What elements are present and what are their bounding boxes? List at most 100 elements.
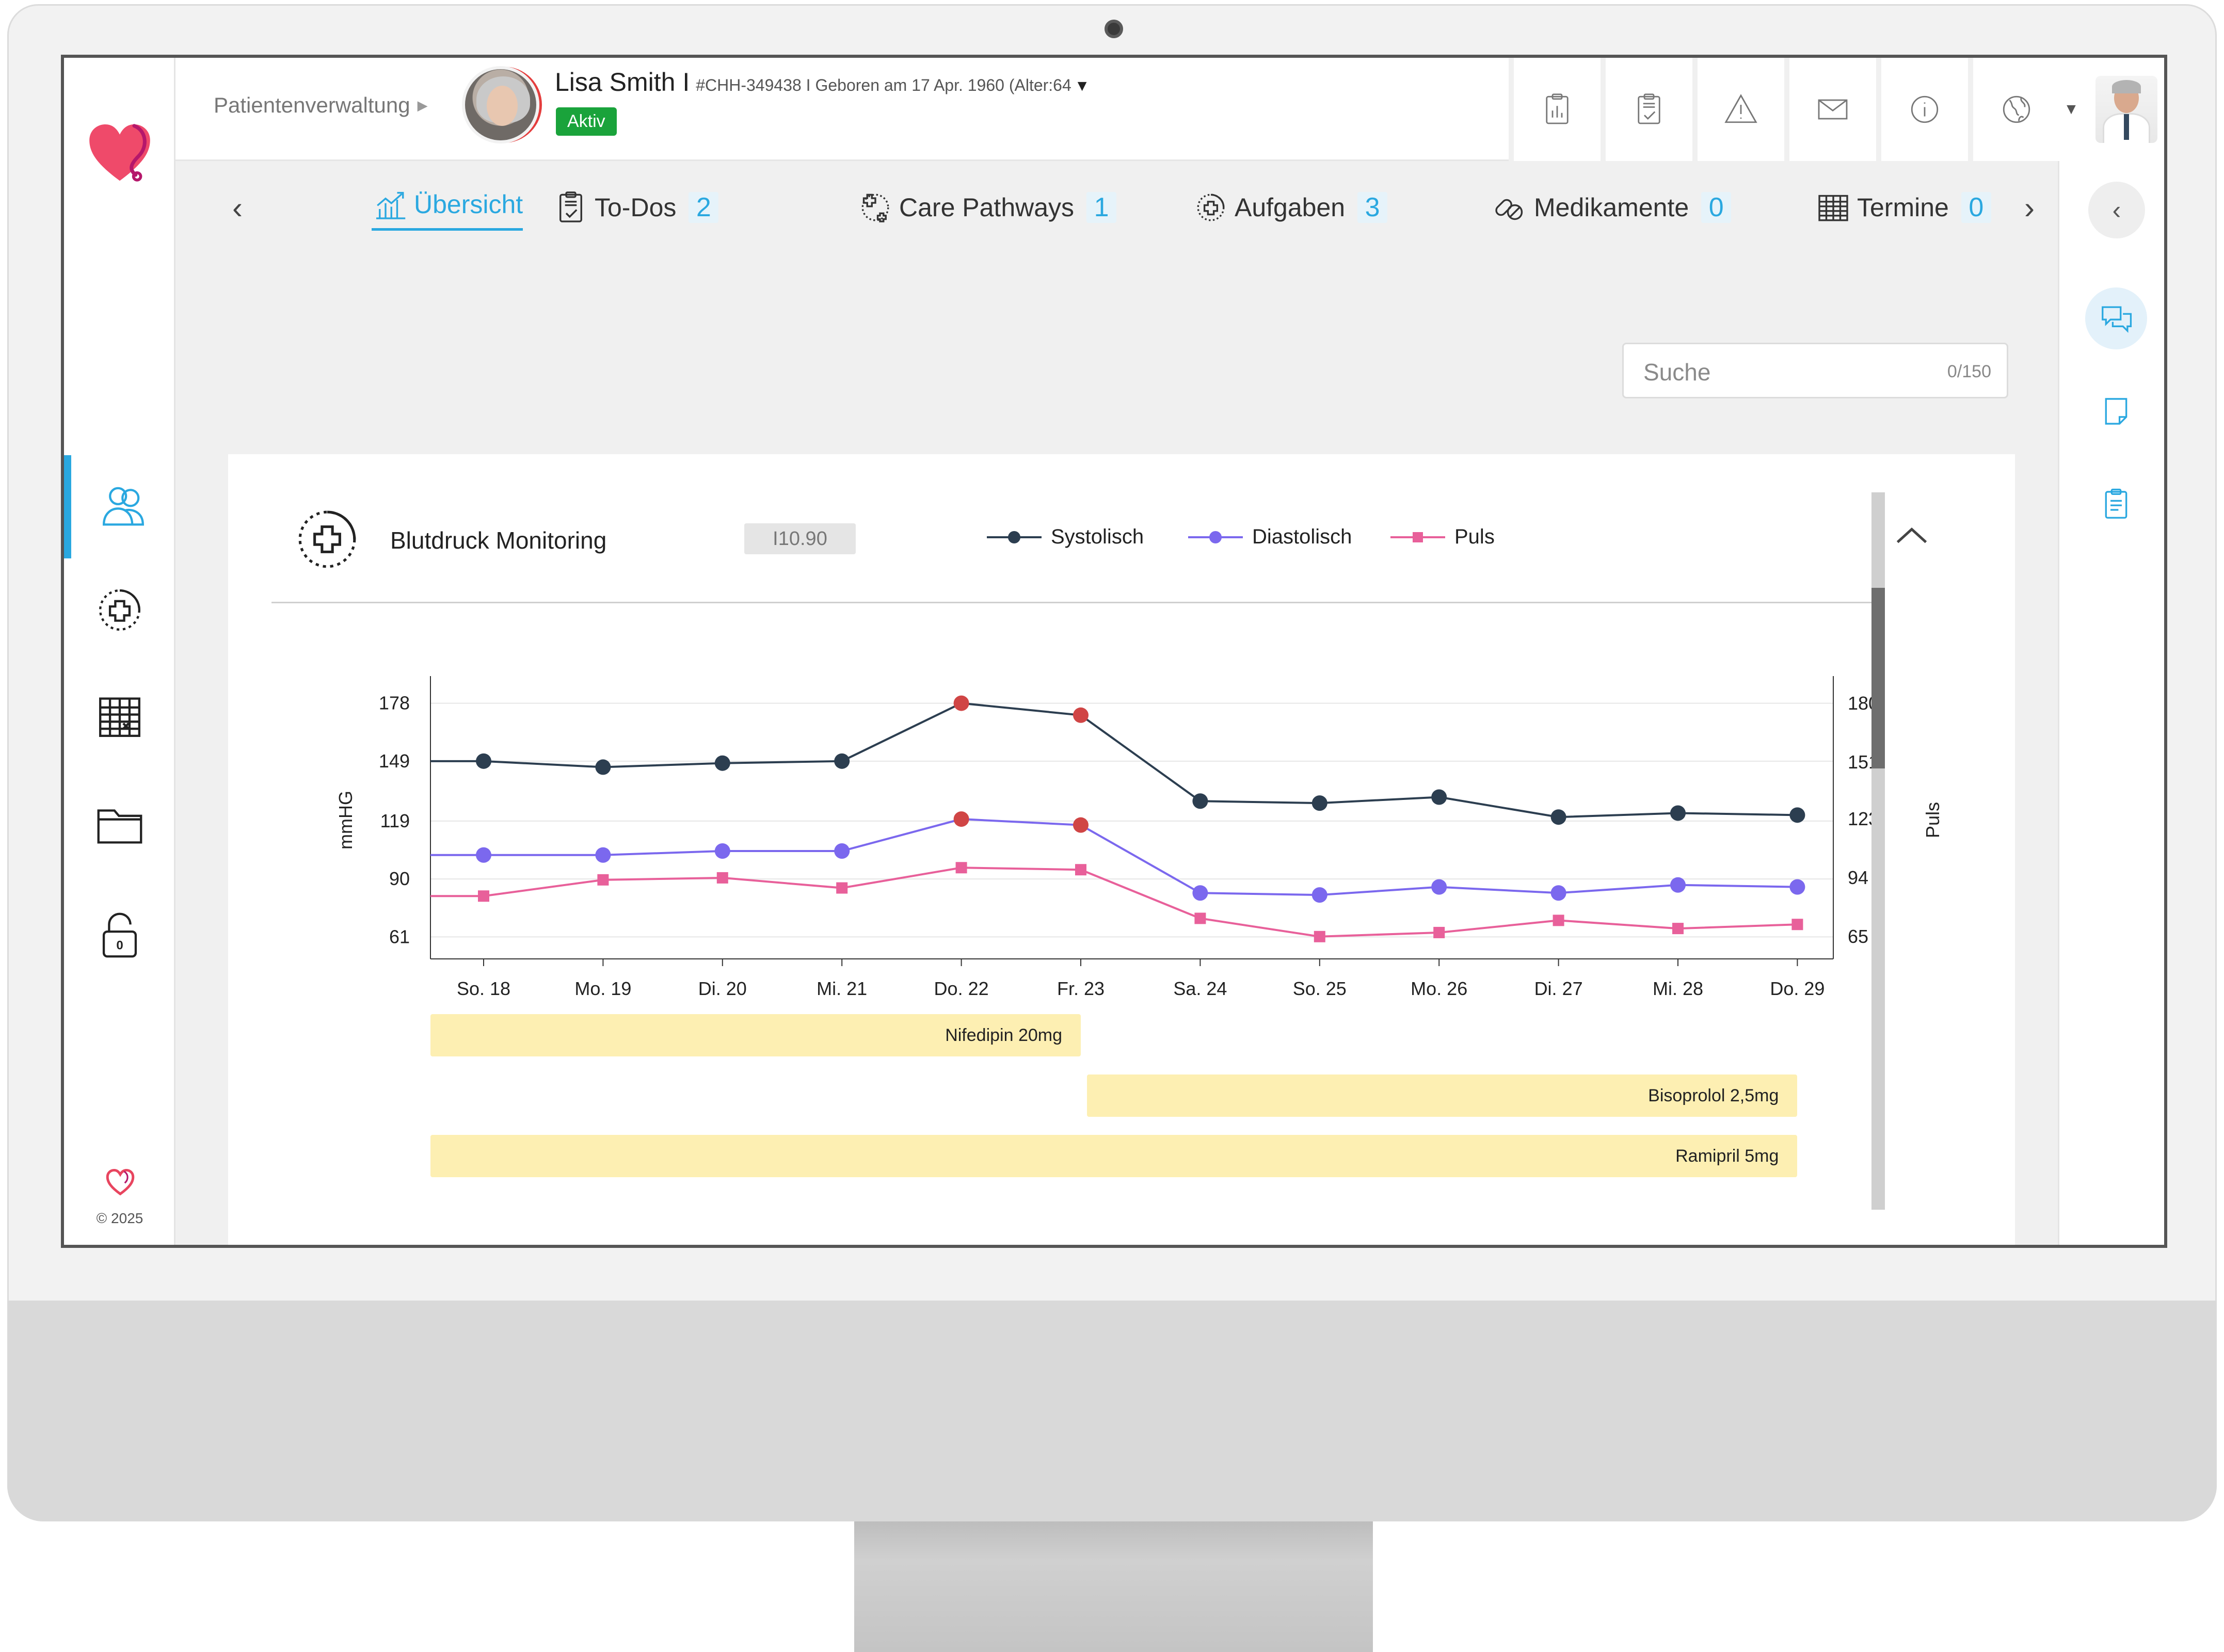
data-point	[1192, 885, 1208, 901]
data-point	[955, 862, 967, 874]
x-tick-label: Mo. 26	[1411, 978, 1467, 999]
copyright: © 2025	[96, 1210, 143, 1226]
tab-aufgaben[interactable]: Aufgaben 3	[1192, 184, 1388, 231]
language-button[interactable]	[1968, 58, 2060, 161]
nav-patients[interactable]	[64, 455, 175, 558]
data-point-alert	[1073, 817, 1089, 833]
chat-icon	[2102, 306, 2132, 333]
x-tick-label: Mi. 21	[817, 978, 867, 999]
tab-count: 1	[1086, 192, 1117, 223]
breadcrumb[interactable]: Patientenverwaltung ▶	[214, 93, 428, 118]
care-plus-icon	[298, 510, 356, 568]
user-avatar[interactable]	[2083, 58, 2164, 161]
medication-bar[interactable]: Nifedipin 20mg	[430, 1014, 1081, 1056]
clipboard-check-icon	[559, 191, 582, 222]
data-point	[714, 843, 730, 859]
data-point	[478, 890, 489, 902]
tab-label: To-Dos	[595, 193, 677, 222]
chevron-left-icon: ‹	[232, 190, 243, 225]
tab-count: 0	[1701, 192, 1732, 223]
checklist-icon	[1638, 93, 1660, 124]
tab-medikamente[interactable]: Medikamente 0	[1492, 184, 1732, 231]
data-point-alert	[953, 695, 969, 711]
data-point	[1431, 789, 1447, 805]
data-point-alert	[1073, 707, 1089, 723]
tab-label: Aufgaben	[1235, 193, 1346, 222]
rail-collapse-button[interactable]: ‹	[2088, 182, 2145, 238]
search-box[interactable]: 0/150	[1622, 343, 2008, 398]
medication-bar[interactable]: Ramipril 5mg	[430, 1135, 1798, 1177]
tab-count: 3	[1357, 192, 1388, 223]
nav-calendar[interactable]	[64, 665, 175, 768]
data-point	[1672, 923, 1684, 935]
tab-uebersicht[interactable]: Übersicht	[372, 184, 523, 231]
card-header: Blutdruck Monitoring I10.90 Systolisch D…	[228, 454, 1978, 601]
data-point	[1431, 879, 1447, 895]
globe-icon	[2003, 95, 2030, 123]
patient-dropdown-icon[interactable]: ▼	[1075, 77, 1090, 95]
data-point	[714, 755, 730, 771]
clipboard-icon	[2105, 488, 2127, 519]
chevron-right-icon: ›	[2024, 190, 2035, 225]
scrollbar-thumb[interactable]	[1871, 588, 1885, 768]
mail-icon	[1818, 99, 1848, 120]
tab-bar: ‹ Übersicht To-Dos 2 Care Pathways 1 Auf…	[175, 161, 2035, 254]
chat-button[interactable]	[2085, 287, 2147, 349]
tab-label: Medikamente	[1534, 193, 1689, 222]
x-tick-label: So. 25	[1293, 978, 1347, 999]
heart-logo-icon[interactable]	[84, 117, 156, 189]
tab-care-pathways[interactable]: Care Pathways 1	[857, 184, 1117, 231]
right-rail: ‹	[2058, 161, 2164, 1245]
card-scrollbar[interactable]	[1871, 492, 1885, 1210]
calendar-icon	[99, 697, 140, 737]
y-tick-label: 178	[379, 693, 410, 714]
nav-lock[interactable]: 0	[64, 884, 175, 987]
diagnosis-code: I10.90	[744, 523, 856, 554]
data-point	[1789, 807, 1805, 823]
data-point	[1433, 926, 1445, 938]
medication-bar[interactable]: Bisoprolol 2,5mg	[1087, 1074, 1798, 1117]
report-button[interactable]	[1509, 58, 1601, 161]
data-point	[1314, 931, 1325, 942]
tabs-next-button[interactable]: ›	[2009, 187, 2050, 228]
chevron-up-icon[interactable]	[1891, 515, 1932, 556]
folder-icon	[97, 809, 142, 844]
card-divider	[271, 602, 1884, 603]
y2-tick-label: 65	[1848, 926, 1868, 947]
info-button[interactable]	[1876, 58, 1968, 161]
data-point	[476, 847, 491, 863]
calendar-icon	[1818, 195, 1848, 221]
legend-pulse[interactable]: Puls	[1390, 525, 1495, 549]
clipboard-button[interactable]	[2085, 473, 2147, 535]
app-screen: 0 © 2025 Patientenverwaltung ▶ Lisa Smit…	[61, 55, 2167, 1248]
info-icon	[1911, 95, 1939, 123]
report-icon	[1546, 93, 1569, 124]
notes-button[interactable]	[2085, 380, 2147, 442]
patient-avatar[interactable]	[462, 66, 539, 143]
checklist-button[interactable]	[1601, 58, 1692, 161]
patient-name: Lisa Smith I	[555, 68, 690, 97]
legend-diastolic[interactable]: Diastolisch	[1188, 525, 1352, 549]
tabs-prev-button[interactable]: ‹	[217, 187, 258, 228]
x-tick-label: Mi. 28	[1653, 978, 1703, 999]
data-point	[834, 843, 850, 859]
nav-tasks[interactable]	[64, 558, 175, 662]
legend-line-dot-icon	[1188, 531, 1243, 543]
mail-button[interactable]	[1784, 58, 1876, 161]
y-tick-label: 149	[379, 750, 410, 772]
x-tick-label: Sa. 24	[1173, 978, 1227, 999]
monitor-chin	[7, 1301, 2217, 1521]
search-input[interactable]	[1643, 357, 1912, 388]
tab-todos[interactable]: To-Dos 2	[552, 184, 719, 231]
patient-info: Lisa Smith I #CHH-349438 I Geboren am 17…	[555, 67, 1090, 97]
heart-outline-icon	[106, 1168, 135, 1196]
nav-documents[interactable]	[64, 773, 175, 876]
task-plus-icon	[99, 589, 140, 631]
legend-systolic[interactable]: Systolisch	[987, 525, 1144, 549]
patients-icon	[103, 487, 144, 526]
data-point	[595, 847, 611, 863]
language-dropdown-icon[interactable]: ▼	[2060, 58, 2083, 161]
warning-button[interactable]	[1692, 58, 1784, 161]
data-point	[1791, 919, 1803, 931]
tab-termine[interactable]: Termine 0	[1815, 184, 1991, 231]
